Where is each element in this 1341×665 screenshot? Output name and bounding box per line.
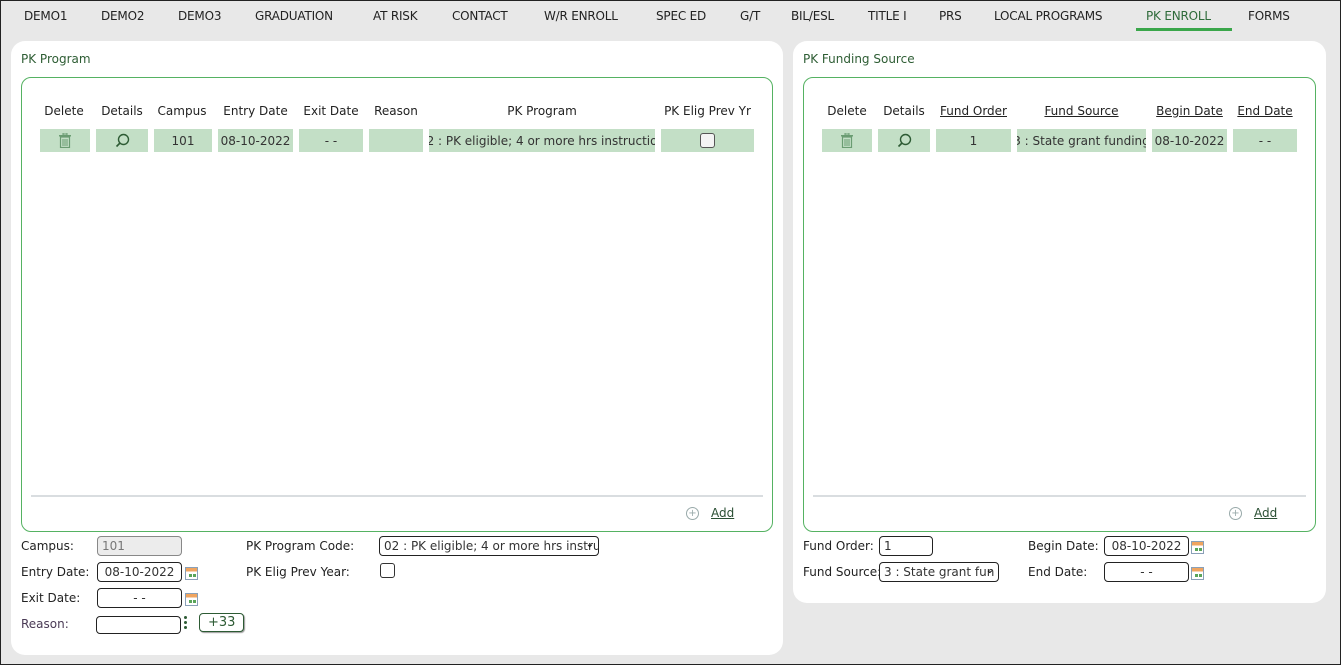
calendar-icon[interactable]	[185, 567, 198, 580]
add-funding-source[interactable]: + Add	[1229, 506, 1277, 520]
pk-elig-prev-year-label: PK Elig Prev Year:	[246, 565, 350, 579]
pk-funding-grid: Delete Details Fund Order Fund Source Be…	[803, 77, 1316, 532]
campus-input	[97, 536, 182, 556]
fund-order-label: Fund Order:	[803, 539, 874, 553]
entry-date-input[interactable]	[97, 562, 182, 582]
begin-date-input[interactable]	[1104, 536, 1189, 556]
calendar-icon[interactable]	[1191, 541, 1204, 554]
fund-source-select[interactable]: 3 : State grant fun ⌄	[879, 562, 999, 582]
tab-demo3[interactable]: DEMO3	[178, 9, 221, 23]
col-fund-source[interactable]: Fund Source	[1017, 104, 1146, 118]
delete-button[interactable]	[40, 129, 90, 152]
pk-elig-prev-year-checkbox[interactable]	[380, 563, 395, 578]
pk-elig-prev-yr-cell	[661, 129, 754, 152]
end-date-input[interactable]	[1104, 562, 1189, 582]
reason-label: Reason:	[21, 617, 69, 631]
reason-count-button[interactable]: +33	[199, 613, 245, 632]
tab-demo1[interactable]: DEMO1	[24, 9, 67, 23]
col-begin-date[interactable]: Begin Date	[1152, 104, 1227, 118]
col-pk-elig-prev-yr: PK Elig Prev Yr	[664, 104, 751, 118]
trash-icon	[59, 133, 71, 148]
col-details: Details	[101, 104, 143, 118]
chevron-down-icon: ⌄	[985, 565, 994, 576]
tab-forms[interactable]: FORMS	[1248, 9, 1290, 23]
tab-at-risk[interactable]: AT RISK	[373, 9, 418, 23]
fund-source-cell: 3 : State grant funding	[1017, 129, 1146, 152]
pk-program-panel: PK Program Delete Details Campus Entry D…	[11, 41, 783, 655]
end-date-cell: - -	[1233, 129, 1297, 152]
pk-funding-panel: PK Funding Source Delete Details Fund Or…	[793, 41, 1326, 603]
exit-date-input[interactable]	[97, 588, 182, 608]
grid-separator	[31, 495, 763, 497]
tab-bar: DEMO1 DEMO2 DEMO3 GRADUATION AT RISK CON…	[1, 1, 1340, 35]
plus-circle-icon: +	[686, 506, 699, 520]
tab-prs[interactable]: PRS	[939, 9, 962, 23]
col-entry-date: Entry Date	[223, 104, 288, 118]
tab-wr-enroll[interactable]: W/R ENROLL	[544, 9, 618, 23]
details-button[interactable]	[96, 129, 148, 152]
pk-program-cell: 02 : PK eligible; 4 or more hrs instruct…	[429, 129, 655, 152]
col-end-date[interactable]: End Date	[1233, 104, 1297, 118]
calendar-icon[interactable]	[185, 593, 198, 606]
begin-date-label: Begin Date:	[1028, 539, 1099, 553]
pk-program-code-value: 02 : PK eligible; 4 or more hrs instruc	[384, 539, 599, 553]
plus-circle-icon: +	[1229, 506, 1242, 520]
campus-label: Campus:	[21, 539, 74, 553]
tab-contact[interactable]: CONTACT	[452, 9, 508, 23]
pk-elig-prev-yr-checkbox[interactable]	[700, 133, 715, 148]
tab-bil-esl[interactable]: BIL/ESL	[791, 9, 834, 23]
campus-cell: 101	[154, 129, 212, 152]
col-delete: Delete	[44, 104, 84, 118]
add-pk-program[interactable]: + Add	[686, 506, 734, 520]
active-tab-indicator	[1136, 28, 1232, 31]
tab-spec-ed[interactable]: SPEC ED	[656, 9, 706, 23]
fund-order-cell: 1	[936, 129, 1011, 152]
fund-order-input[interactable]	[879, 536, 933, 556]
pk-program-grid: Delete Details Campus Entry Date Exit Da…	[21, 77, 773, 532]
col-reason: Reason	[374, 104, 418, 118]
col-campus: Campus	[157, 104, 207, 118]
pk-program-code-label: PK Program Code:	[246, 539, 355, 553]
tab-local-programs[interactable]: LOCAL PROGRAMS	[994, 9, 1103, 23]
pk-funding-title: PK Funding Source	[803, 52, 915, 66]
trash-icon	[841, 133, 853, 148]
fund-source-label: Fund Source:	[803, 565, 882, 579]
reason-cell	[369, 129, 423, 152]
calendar-icon[interactable]	[1191, 567, 1204, 580]
pk-program-title: PK Program	[21, 52, 91, 66]
tab-title-i[interactable]: TITLE I	[868, 9, 907, 23]
tab-gt[interactable]: G/T	[740, 9, 760, 23]
reason-input[interactable]	[96, 616, 181, 634]
fund-source-value: 3 : State grant fun	[884, 565, 995, 579]
search-icon	[115, 133, 129, 148]
col-delete: Delete	[827, 104, 867, 118]
chevron-down-icon: ⌄	[585, 539, 594, 550]
end-date-label: End Date:	[1028, 565, 1088, 579]
tab-pk-enroll[interactable]: PK ENROLL	[1146, 9, 1211, 23]
details-button[interactable]	[878, 129, 930, 152]
add-button[interactable]: Add	[1254, 506, 1277, 520]
entry-date-cell: 08-10-2022	[218, 129, 293, 152]
col-pk-program: PK Program	[507, 104, 577, 118]
more-options-icon[interactable]	[184, 616, 187, 631]
tab-demo2[interactable]: DEMO2	[101, 9, 144, 23]
grid-separator	[813, 495, 1306, 497]
pk-program-code-select[interactable]: 02 : PK eligible; 4 or more hrs instruc …	[379, 536, 599, 556]
entry-date-label: Entry Date:	[21, 565, 90, 579]
begin-date-cell: 08-10-2022	[1152, 129, 1227, 152]
exit-date-cell: - -	[299, 129, 363, 152]
search-icon	[897, 133, 911, 148]
add-button[interactable]: Add	[711, 506, 734, 520]
exit-date-label: Exit Date:	[21, 591, 81, 605]
delete-button[interactable]	[822, 129, 872, 152]
col-exit-date: Exit Date	[303, 104, 359, 118]
col-details: Details	[883, 104, 925, 118]
tab-graduation[interactable]: GRADUATION	[255, 9, 333, 23]
col-fund-order[interactable]: Fund Order	[936, 104, 1011, 118]
